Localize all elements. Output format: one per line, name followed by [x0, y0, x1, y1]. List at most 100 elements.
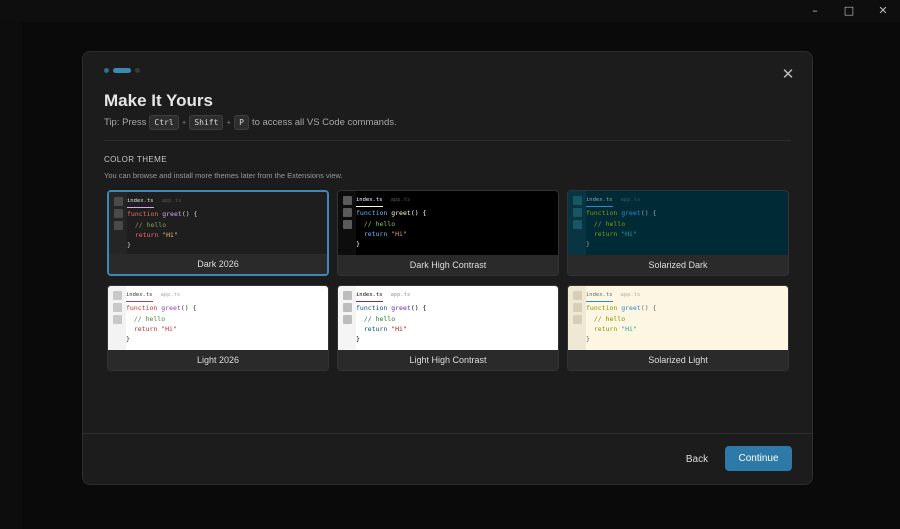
theme-card-light-2026[interactable]: index.ts app.ts function greet() { // hell… [107, 285, 329, 371]
code-keyword: function [127, 210, 159, 219]
back-button[interactable]: Back [680, 447, 714, 471]
preview-tabs: index.ts app.ts [586, 290, 788, 303]
tip-suffix: to access all VS Code commands. [251, 117, 397, 128]
code-function-name: greet [162, 210, 182, 219]
preview-tab-active: index.ts [127, 196, 154, 209]
step-dot-1 [104, 68, 109, 73]
theme-card-dark-high-contrast[interactable]: index.ts app.ts function greet() { // hell… [337, 190, 559, 276]
code-comment: // hello [363, 219, 396, 228]
code-close-brace: } [127, 241, 131, 250]
code-close-brace: } [356, 335, 360, 344]
code-keyword: function [586, 304, 618, 313]
code-line-1: function greet() { [356, 303, 558, 313]
preview-code: index.ts app.ts function greet() { // hell… [356, 191, 558, 255]
code-line-1: function greet() { [586, 208, 788, 218]
preview-tab-active: index.ts [126, 290, 153, 303]
theme-preview: index.ts app.ts function greet() { // hell… [338, 286, 558, 350]
footer-divider [83, 433, 812, 434]
code-parens: () { [410, 304, 427, 313]
preview-tab-inactive: app.ts [161, 198, 182, 204]
step-indicator [104, 68, 140, 73]
gutter-square [113, 209, 123, 218]
gutter-square [112, 315, 122, 324]
gutter-square [572, 208, 582, 217]
theme-card-light-high-contrast[interactable]: index.ts app.ts function greet() { // hell… [337, 285, 559, 371]
preview-tab-inactive: app.ts [390, 197, 411, 203]
gutter-square [572, 196, 582, 205]
preview-tab-active: index.ts [356, 195, 383, 208]
gutter-square [342, 196, 352, 205]
maximize-icon[interactable]: □ [832, 0, 866, 20]
code-line-4: } [126, 334, 328, 344]
preview-gutter [338, 191, 356, 255]
continue-button[interactable]: Continue [725, 446, 792, 471]
theme-grid: index.ts app.ts function greet() { // hell… [107, 190, 789, 371]
theme-card-label: Light 2026 [108, 350, 328, 370]
code-line-3: return "Hi" [127, 230, 327, 240]
close-icon[interactable]: ✕ [866, 0, 900, 20]
preview-tabs: index.ts app.ts [356, 195, 558, 208]
code-string: "Hi" [391, 229, 407, 238]
gutter-square [112, 303, 122, 312]
code-string: "Hi" [162, 230, 178, 239]
code-return: return [593, 324, 618, 333]
code-close-brace: } [586, 240, 590, 249]
code-string: "Hi" [391, 324, 407, 333]
code-line-4: } [586, 334, 788, 344]
theme-card-label: Dark 2026 [109, 254, 327, 274]
theme-card-solarized-light[interactable]: index.ts app.ts function greet() { // hell… [567, 285, 789, 371]
preview-code: index.ts app.ts function greet() { // hell… [586, 191, 788, 255]
dialog-title: Make It Yours [104, 91, 213, 110]
code-function-name: greet [161, 304, 181, 313]
gutter-square [572, 220, 582, 229]
gutter-square [572, 315, 582, 324]
code-line-1: function greet() { [356, 208, 558, 218]
step-dot-2-active [113, 68, 131, 73]
code-return: return [363, 229, 388, 238]
key-plus: + [181, 118, 187, 127]
code-keyword: function [126, 304, 158, 313]
gutter-square [342, 291, 352, 300]
code-line-4: } [127, 240, 327, 250]
close-dialog-icon[interactable]: ✕ [780, 66, 796, 82]
code-line-2: // hello [586, 314, 788, 324]
theme-card-label: Light High Contrast [338, 350, 558, 370]
theme-preview: index.ts app.ts function greet() { // hell… [108, 286, 328, 350]
theme-preview: index.ts app.ts function greet() { // hell… [568, 286, 788, 350]
gutter-square [113, 197, 123, 206]
key-p: P [234, 115, 249, 130]
gutter-square [342, 303, 352, 312]
preview-gutter [109, 192, 127, 254]
preview-tab-inactive: app.ts [390, 292, 411, 298]
code-line-2: // hello [356, 314, 558, 324]
code-line-2: // hello [586, 219, 788, 229]
preview-tabs: index.ts app.ts [586, 195, 788, 208]
theme-card-dark-2026[interactable]: index.ts app.ts function greet() { // hell… [107, 190, 329, 276]
code-close-brace: } [356, 240, 360, 249]
activity-bar-background [0, 22, 22, 529]
tip-prefix: Tip: Press [104, 117, 147, 128]
code-comment: // hello [363, 314, 396, 323]
code-return: return [134, 230, 159, 239]
code-line-1: function greet() { [126, 303, 328, 313]
minimize-icon[interactable]: – [798, 0, 832, 20]
code-return: return [593, 229, 618, 238]
code-string: "Hi" [161, 324, 177, 333]
code-keyword: function [356, 209, 388, 218]
code-line-2: // hello [127, 220, 327, 230]
code-line-3: return "Hi" [356, 324, 558, 334]
step-dot-3 [135, 68, 140, 73]
theme-card-solarized-dark[interactable]: index.ts app.ts function greet() { // hell… [567, 190, 789, 276]
preview-tab-active: index.ts [356, 290, 383, 303]
gutter-square [113, 221, 123, 230]
key-plus: + [226, 118, 232, 127]
code-line-1: function greet() { [127, 209, 327, 219]
code-string: "Hi" [621, 229, 637, 238]
welcome-dialog: ✕ Make It Yours Tip: Press Ctrl + Shift … [82, 51, 813, 485]
preview-code: index.ts app.ts function greet() { // hell… [126, 286, 328, 350]
code-line-4: } [356, 239, 558, 249]
code-parens: () { [410, 209, 427, 218]
code-line-2: // hello [126, 314, 328, 324]
code-parens: () { [640, 209, 657, 218]
section-label: COLOR THEME [104, 155, 167, 164]
